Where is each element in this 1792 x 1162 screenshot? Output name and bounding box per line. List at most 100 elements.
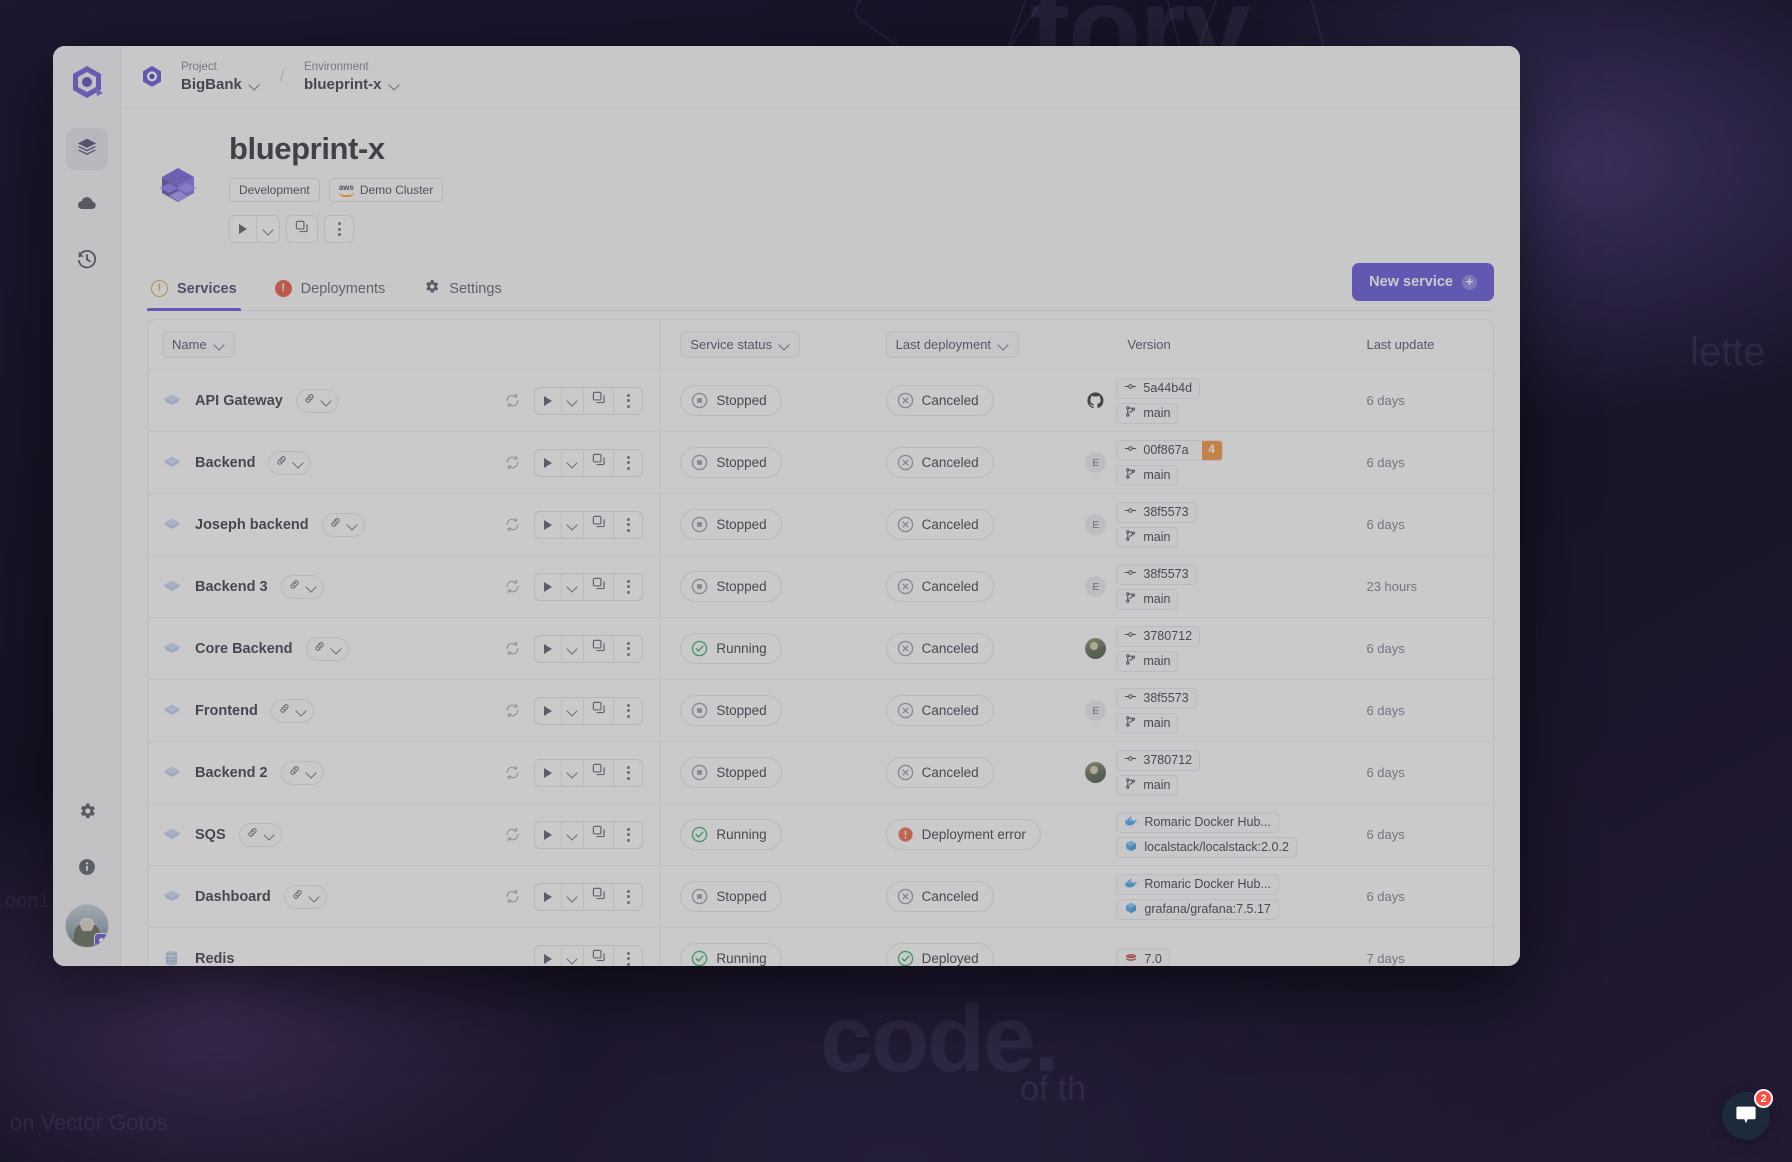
- breadcrumb-environment[interactable]: Environment blueprint-x: [304, 60, 400, 94]
- play-dropdown-button[interactable]: [562, 450, 584, 476]
- restart-service-button[interactable]: [505, 827, 520, 842]
- play-service-button[interactable]: [535, 636, 562, 662]
- version-primary-chip[interactable]: 38f5573: [1116, 688, 1196, 709]
- sidebar-item-help[interactable]: [66, 848, 108, 890]
- version-primary-chip[interactable]: 38f5573: [1116, 502, 1196, 523]
- service-link-chip[interactable]: [239, 823, 282, 847]
- service-more-button[interactable]: [614, 388, 642, 414]
- breadcrumb-project[interactable]: Project BigBank: [181, 60, 260, 94]
- play-dropdown-button[interactable]: [562, 760, 584, 786]
- restart-service-button[interactable]: [505, 765, 520, 780]
- service-more-button[interactable]: [614, 946, 642, 967]
- version-secondary-chip[interactable]: localstack/localstack:2.0.2: [1116, 837, 1297, 858]
- tab-services[interactable]: ! Services: [147, 270, 241, 310]
- intercom-launcher[interactable]: 2: [1722, 1092, 1770, 1140]
- service-more-button[interactable]: [614, 636, 642, 662]
- chevron-down-icon[interactable]: [249, 81, 260, 88]
- sort-name-button[interactable]: Name: [162, 331, 235, 358]
- restart-service-button[interactable]: [505, 703, 520, 718]
- play-dropdown-button[interactable]: [562, 512, 584, 538]
- table-row[interactable]: FrontendStoppedCanceledE38f5573main6 day…: [148, 680, 1493, 742]
- restart-service-button[interactable]: [505, 641, 520, 656]
- service-more-button[interactable]: [614, 450, 642, 476]
- play-service-button[interactable]: [535, 698, 562, 724]
- tab-deployments[interactable]: ! Deployments: [271, 270, 390, 310]
- version-secondary-chip[interactable]: main: [1116, 651, 1178, 672]
- play-dropdown-button[interactable]: [562, 388, 584, 414]
- version-primary-chip[interactable]: 5a44b4d: [1116, 378, 1200, 399]
- service-more-button[interactable]: [614, 512, 642, 538]
- table-row[interactable]: RedisRunningDeployed7.07 days: [148, 928, 1493, 967]
- table-row[interactable]: Core BackendRunningCanceled3780712main6 …: [148, 618, 1493, 680]
- clone-service-button[interactable]: [584, 450, 614, 476]
- clone-service-button[interactable]: [584, 946, 614, 967]
- sidebar-item-activity[interactable]: [66, 240, 108, 282]
- clone-service-button[interactable]: [584, 760, 614, 786]
- play-dropdown-button[interactable]: [562, 636, 584, 662]
- more-actions-button[interactable]: [325, 216, 353, 242]
- version-secondary-chip[interactable]: main: [1116, 465, 1178, 486]
- play-service-button[interactable]: [535, 512, 562, 538]
- version-primary-chip[interactable]: 3780712: [1116, 750, 1200, 771]
- clone-button[interactable]: [287, 216, 317, 242]
- play-dropdown-button[interactable]: [562, 884, 584, 910]
- service-link-chip[interactable]: [281, 761, 324, 785]
- table-row[interactable]: BackendStoppedCanceledE00f867a4main6 day…: [148, 432, 1493, 494]
- version-secondary-chip[interactable]: main: [1116, 775, 1178, 796]
- version-secondary-chip[interactable]: main: [1116, 403, 1178, 424]
- play-dropdown-button[interactable]: [562, 822, 584, 848]
- service-link-chip[interactable]: [271, 699, 314, 723]
- service-link-chip[interactable]: [284, 885, 327, 909]
- version-secondary-chip[interactable]: main: [1116, 713, 1178, 734]
- restart-service-button[interactable]: [505, 455, 520, 470]
- play-dropdown-button[interactable]: [562, 698, 584, 724]
- restart-service-button[interactable]: [505, 517, 520, 532]
- clone-service-button[interactable]: [584, 388, 614, 414]
- clone-service-button[interactable]: [584, 698, 614, 724]
- service-more-button[interactable]: [614, 822, 642, 848]
- sidebar-item-clusters[interactable]: [66, 184, 108, 226]
- user-avatar[interactable]: [65, 904, 109, 948]
- new-service-button[interactable]: New service +: [1352, 263, 1494, 301]
- clone-service-button[interactable]: [584, 512, 614, 538]
- clone-service-button[interactable]: [584, 636, 614, 662]
- table-row[interactable]: SQSRunningDeployment errorRomaric Docker…: [148, 804, 1493, 866]
- table-row[interactable]: DashboardStoppedCanceledRomaric Docker H…: [148, 866, 1493, 928]
- filter-service-status-button[interactable]: Service status: [680, 331, 800, 358]
- clone-service-button[interactable]: [584, 884, 614, 910]
- service-link-chip[interactable]: [281, 575, 324, 599]
- play-service-button[interactable]: [535, 574, 562, 600]
- version-secondary-chip[interactable]: grafana/grafana:7.5.17: [1116, 899, 1279, 920]
- tag-cluster[interactable]: aws Demo Cluster: [329, 178, 443, 202]
- play-service-button[interactable]: [535, 388, 562, 414]
- version-primary-chip[interactable]: 38f5573: [1116, 564, 1196, 585]
- service-more-button[interactable]: [614, 574, 642, 600]
- service-link-chip[interactable]: [322, 513, 365, 537]
- filter-last-deployment-button[interactable]: Last deployment: [886, 331, 1019, 358]
- deploy-button[interactable]: [230, 216, 257, 242]
- play-dropdown-button[interactable]: [562, 946, 584, 967]
- version-secondary-chip[interactable]: main: [1116, 589, 1178, 610]
- version-primary-chip[interactable]: 00f867a4: [1116, 440, 1222, 461]
- version-secondary-chip[interactable]: main: [1116, 527, 1178, 548]
- version-primary-chip[interactable]: Romaric Docker Hub...: [1116, 812, 1278, 833]
- chevron-down-icon[interactable]: [389, 81, 400, 88]
- play-service-button[interactable]: [535, 450, 562, 476]
- restart-service-button[interactable]: [505, 889, 520, 904]
- sidebar-item-settings[interactable]: [66, 792, 108, 834]
- deploy-dropdown[interactable]: [257, 216, 279, 242]
- table-row[interactable]: Backend 2StoppedCanceled3780712main6 day…: [148, 742, 1493, 804]
- restart-service-button[interactable]: [505, 579, 520, 594]
- sidebar-item-environments[interactable]: [66, 128, 108, 170]
- restart-service-button[interactable]: [505, 393, 520, 408]
- version-primary-chip[interactable]: 7.0: [1116, 948, 1169, 966]
- tab-settings[interactable]: Settings: [419, 270, 505, 310]
- play-service-button[interactable]: [535, 884, 562, 910]
- play-dropdown-button[interactable]: [562, 574, 584, 600]
- service-more-button[interactable]: [614, 760, 642, 786]
- table-row[interactable]: API GatewayStoppedCanceled5a44b4dmain6 d…: [148, 370, 1493, 432]
- clone-service-button[interactable]: [584, 822, 614, 848]
- play-service-button[interactable]: [535, 946, 562, 967]
- tag-environment-mode[interactable]: Development: [229, 178, 320, 202]
- service-link-chip[interactable]: [268, 451, 311, 475]
